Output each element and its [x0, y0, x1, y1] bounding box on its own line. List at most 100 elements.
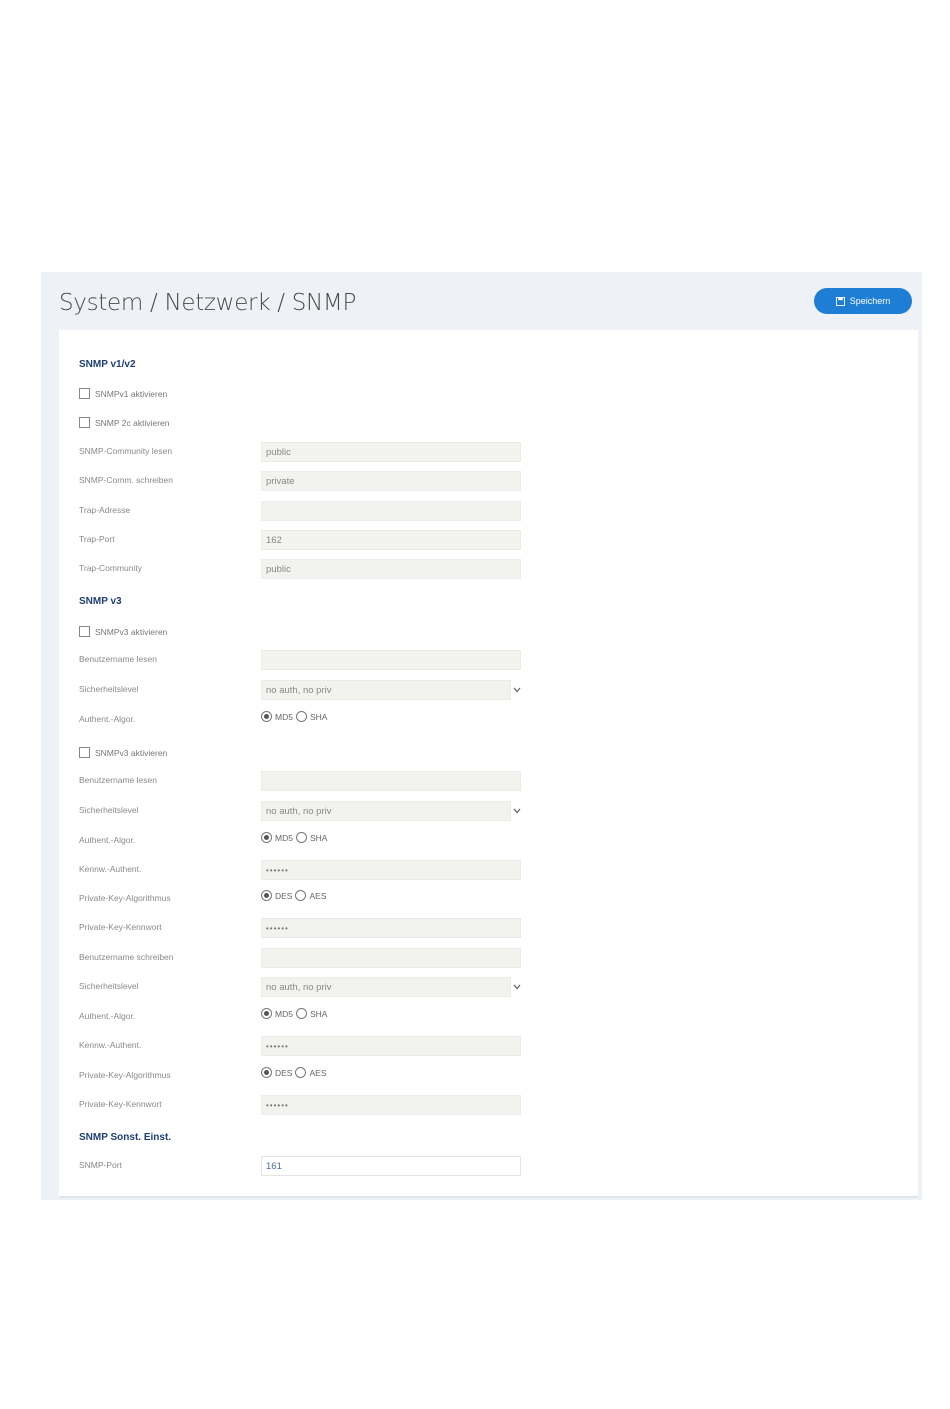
des-label: DES [275, 890, 293, 901]
v3-user-read-label: Benutzername lesen [79, 654, 157, 664]
save-button[interactable]: Speichern [814, 288, 912, 314]
v3-auth-algo-label: Authent.-Algor. [79, 714, 136, 724]
save-button-label: Speichern [849, 296, 891, 306]
v3b-user-write-label: Benutzername schreiben [79, 952, 174, 962]
v3b-priv-algo-radios: DES AES [261, 890, 330, 901]
v3b-priv-pw2-label: Private-Key-Kennwort [79, 1099, 162, 1109]
sha-radio[interactable] [295, 1008, 307, 1019]
snmpv2c-enable-checkbox[interactable] [79, 417, 90, 428]
community-read-row: SNMP-Community lesen public [79, 442, 521, 464]
v3b-security2-select[interactable]: no auth, no priv [261, 977, 511, 997]
snmpv3-enable-checkbox-2[interactable] [79, 747, 90, 758]
v3b-auth-algo-radios: MD5 SHA [261, 832, 330, 843]
v3-user-read-row: Benutzername lesen [79, 650, 521, 672]
aes-label: AES [309, 890, 327, 901]
v3b-priv-algo2-radios: DES AES [261, 1067, 330, 1078]
v3b-user-read-row: Benutzername lesen [79, 771, 521, 793]
sha-radio[interactable] [295, 711, 307, 722]
v3-auth-algo-radios: MD5 SHA [261, 711, 330, 722]
v3b-priv-pw2-row: Private-Key-Kennwort •••••• [79, 1095, 521, 1117]
v3-user-read-input[interactable] [261, 650, 521, 670]
community-write-label: SNMP-Comm. schreiben [79, 475, 173, 485]
snmpv3-enable-checkbox[interactable] [79, 626, 90, 637]
md5-radio[interactable] [261, 832, 272, 843]
v3b-auth-algo-row: Authent.-Algor. MD5 SHA [79, 831, 519, 853]
trap-port-row: Trap-Port 162 [79, 530, 521, 552]
des-radio[interactable] [261, 1067, 272, 1078]
section-title-snmp-v3: SNMP v3 [79, 596, 122, 607]
community-read-label: SNMP-Community lesen [79, 446, 173, 456]
chevron-down-icon[interactable] [512, 806, 522, 816]
v3b-auth-pw2-row: Kennw.-Authent. •••••• [79, 1036, 521, 1058]
v3b-priv-pw-row: Private-Key-Kennwort •••••• [79, 918, 521, 940]
md5-label: MD5 [275, 1008, 293, 1019]
trap-community-label: Trap-Community [79, 563, 142, 573]
trap-address-row: Trap-Adresse [79, 501, 521, 523]
v3b-auth-algo2-row: Authent.-Algor. MD5 SHA [79, 1007, 519, 1029]
sha-label: SHA [309, 711, 328, 722]
aes-radio[interactable] [295, 1067, 307, 1078]
community-write-row: SNMP-Comm. schreiben private [79, 471, 521, 493]
v3b-security-label: Sicherheitslevel [79, 805, 139, 815]
md5-radio[interactable] [261, 1008, 272, 1019]
v3-auth-algo-row: Authent.-Algor. MD5 SHA [79, 710, 519, 732]
v3b-auth-pw2-input[interactable]: •••••• [261, 1036, 521, 1056]
v3b-auth-algo-label: Authent.-Algor. [79, 835, 136, 845]
snmpv1-enable-checkbox[interactable] [79, 388, 90, 399]
snmpv3-enable-label-2: SNMPv3 aktivieren [95, 748, 168, 758]
trap-address-label: Trap-Adresse [79, 505, 131, 515]
community-read-input[interactable]: public [261, 442, 521, 462]
v3b-security-select[interactable]: no auth, no priv [261, 801, 511, 821]
aes-label: AES [309, 1067, 327, 1078]
v3b-auth-algo2-radios: MD5 SHA [261, 1008, 330, 1019]
v3b-security2-label: Sicherheitslevel [79, 981, 139, 991]
v3b-user-write-input[interactable] [261, 948, 521, 968]
trap-port-input[interactable]: 162 [261, 530, 521, 550]
trap-community-input[interactable]: public [261, 559, 521, 579]
chevron-down-icon[interactable] [512, 685, 522, 695]
trap-community-row: Trap-Community public [79, 559, 521, 581]
v3b-priv-algo2-label: Private-Key-Algorithmus [79, 1070, 171, 1080]
chevron-down-icon[interactable] [512, 982, 522, 992]
v3b-user-write-row: Benutzername schreiben [79, 948, 521, 970]
sha-label: SHA [309, 1008, 328, 1019]
aes-radio[interactable] [295, 890, 307, 901]
snmpv2c-enable-label: SNMP 2c aktivieren [95, 418, 170, 428]
v3b-priv-pw-label: Private-Key-Kennwort [79, 922, 162, 932]
v3b-priv-pw2-input[interactable]: •••••• [261, 1095, 521, 1115]
trap-address-input[interactable] [261, 501, 521, 521]
v3b-auth-algo2-label: Authent.-Algor. [79, 1011, 136, 1021]
page-title: System / Netzwerk / SNMP [59, 290, 357, 316]
snmpv3-enable-label: SNMPv3 aktivieren [95, 627, 168, 637]
v3b-auth-pw2-label: Kennw.-Authent. [79, 1040, 142, 1050]
section-title-snmp-v1v2: SNMP v1/v2 [79, 359, 136, 370]
v3b-priv-algo-label: Private-Key-Algorithmus [79, 893, 171, 903]
v3b-auth-pw-row: Kennw.-Authent. •••••• [79, 860, 521, 882]
community-write-input[interactable]: private [261, 471, 521, 491]
md5-radio[interactable] [261, 711, 272, 722]
v3-security-select[interactable]: no auth, no priv [261, 680, 511, 700]
v3b-priv-algo2-row: Private-Key-Algorithmus DES AES [79, 1066, 519, 1088]
v3b-security2-row: Sicherheitslevel no auth, no priv [79, 977, 522, 999]
section-title-snmp-misc: SNMP Sonst. Einst. [79, 1132, 172, 1143]
des-radio[interactable] [261, 890, 272, 901]
v3b-user-read-label: Benutzername lesen [79, 775, 157, 785]
snmp-port-row: SNMP-Port 161 [79, 1156, 521, 1178]
v3-security-row: Sicherheitslevel no auth, no priv [79, 680, 522, 702]
v3b-priv-pw-input[interactable]: •••••• [261, 918, 521, 938]
v3b-security-row: Sicherheitslevel no auth, no priv [79, 801, 522, 823]
sha-radio[interactable] [295, 832, 307, 843]
v3b-user-read-input[interactable] [261, 771, 521, 791]
floppy-disk-icon [835, 296, 845, 306]
snmpv1-enable-label: SNMPv1 aktivieren [95, 389, 168, 399]
des-label: DES [275, 1067, 293, 1078]
v3b-auth-pw-label: Kennw.-Authent. [79, 864, 142, 874]
v3b-auth-pw-input[interactable]: •••••• [261, 860, 521, 880]
md5-label: MD5 [275, 832, 293, 843]
trap-port-label: Trap-Port [79, 534, 115, 544]
snmp-port-input[interactable]: 161 [261, 1156, 521, 1176]
page-header: System / Netzwerk / SNMP Speichern [41, 272, 922, 330]
v3b-priv-algo-row: Private-Key-Algorithmus DES AES [79, 889, 519, 911]
snmp-port-label: SNMP-Port [79, 1160, 122, 1170]
md5-label: MD5 [275, 711, 293, 722]
